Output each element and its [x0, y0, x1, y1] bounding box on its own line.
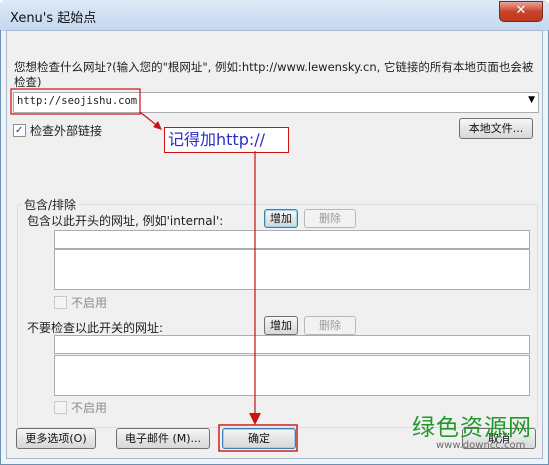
include-add-button[interactable]: 增加 [264, 209, 298, 228]
url-value[interactable]: http://seojishu.com [17, 95, 137, 107]
ok-button[interactable]: 确定 [222, 428, 296, 449]
exclude-label: 不要检查以此开关的网址: [27, 321, 164, 335]
include-delete-button[interactable]: 删除 [304, 209, 356, 228]
exclude-input[interactable] [54, 335, 530, 354]
include-list[interactable] [54, 249, 530, 290]
exclude-list[interactable] [54, 355, 530, 396]
exclude-disable-label: 不启用 [71, 401, 108, 415]
local-file-button[interactable]: 本地文件... [459, 118, 533, 139]
include-disable-label: 不启用 [71, 296, 108, 310]
include-input[interactable] [54, 230, 530, 249]
more-options-button[interactable]: 更多选项(O) [16, 428, 96, 449]
annotation-hint-box: 记得加http:// [164, 127, 289, 153]
check-external-row[interactable]: 检查外部链接 [13, 122, 102, 139]
intro-text: 您想检查什么网址?(输入您的"根网址", 例如:http://www.lewen… [14, 60, 534, 89]
title-bar[interactable]: Xenu's 起始点 ✕ [0, 0, 549, 30]
watermark: 绿色资源网 [412, 415, 532, 441]
group-label: 包含/排除 [22, 196, 79, 213]
email-button[interactable]: 电子邮件 (M)... [116, 428, 210, 449]
check-external-checkbox[interactable] [13, 124, 26, 137]
include-label: 包含以此开头的网址, 例如'internal': [27, 214, 224, 228]
exclude-add-button[interactable]: 增加 [264, 316, 298, 335]
exclude-disable-checkbox [54, 401, 67, 414]
chevron-down-icon[interactable]: ▼ [528, 95, 535, 105]
include-disable-row: 不启用 [54, 294, 107, 311]
watermark-url: www.downcc.com [436, 440, 526, 451]
check-external-label: 检查外部链接 [30, 124, 103, 138]
exclude-disable-row: 不启用 [54, 399, 107, 416]
window-title: Xenu's 起始点 [10, 11, 97, 26]
include-disable-checkbox [54, 296, 67, 309]
close-button[interactable]: ✕ [499, 1, 543, 22]
url-combobox[interactable]: http://seojishu.com ▼ [13, 92, 539, 113]
exclude-delete-button[interactable]: 删除 [304, 316, 356, 335]
